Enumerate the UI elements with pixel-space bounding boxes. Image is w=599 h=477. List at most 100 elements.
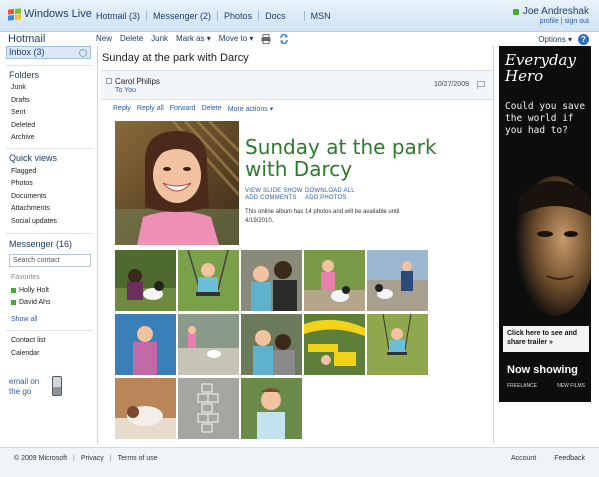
- photo-thumbnail[interactable]: [304, 250, 365, 311]
- message-toolbar: New Delete Junk Mark as ▾ Move to ▾: [96, 33, 289, 45]
- top-nav: Hotmail (3) Messenger (2) Photos Docs MS…: [90, 11, 337, 21]
- photo-thumbnail[interactable]: [241, 314, 302, 375]
- sidebar-item-photos[interactable]: Photos: [11, 180, 33, 187]
- contact-name: David Ahs: [19, 299, 51, 306]
- advertisement-banner[interactable]: Everyday Hero Could you save the world i…: [499, 46, 591, 402]
- quick-views-heading[interactable]: Quick views: [9, 153, 57, 163]
- feedback-link[interactable]: Feedback: [554, 455, 585, 462]
- privacy-link[interactable]: Privacy: [81, 455, 104, 462]
- search-contact-input[interactable]: Search contact: [9, 254, 91, 267]
- photo-thumbnail[interactable]: [178, 250, 239, 311]
- reply-all-link[interactable]: Reply all: [137, 105, 164, 113]
- terms-link[interactable]: Terms of use: [118, 455, 158, 462]
- sidebar-item-archive[interactable]: Archive: [11, 134, 34, 141]
- delete-link[interactable]: Delete: [201, 105, 221, 113]
- photo-thumbnail[interactable]: [178, 378, 239, 439]
- recipient-label: To You: [115, 87, 137, 94]
- contact-david-ahs[interactable]: David Ahs: [11, 299, 51, 306]
- email-on-the-go-link[interactable]: email on the go: [9, 377, 39, 397]
- photo-thumbnail[interactable]: [304, 314, 365, 375]
- view-slideshow-link[interactable]: VIEW SLIDE SHOW: [245, 188, 305, 194]
- new-button[interactable]: New: [96, 34, 112, 44]
- online-status-icon: [11, 288, 16, 293]
- calendar-link[interactable]: Calendar: [11, 350, 39, 357]
- divider: [6, 65, 92, 66]
- more-actions-menu[interactable]: More actions ▾: [228, 105, 274, 113]
- message-date: 10/27/2009: [433, 81, 469, 88]
- ad-trailer-button[interactable]: Click here to see and share trailer »: [503, 326, 589, 352]
- nav-hotmail[interactable]: Hotmail (3): [90, 11, 146, 21]
- contact-list-link[interactable]: Contact list: [11, 337, 46, 344]
- print-icon[interactable]: [261, 34, 271, 44]
- ad-title: Everyday Hero: [505, 52, 576, 84]
- sidebar-item-documents[interactable]: Documents: [11, 193, 46, 200]
- sidebar-item-sent[interactable]: Sent: [11, 109, 25, 116]
- brand-label: Windows Live: [24, 8, 92, 20]
- album-description: This online album has 14 photos and will…: [245, 209, 400, 224]
- sidebar-item-inbox[interactable]: Inbox (3): [6, 46, 91, 59]
- user-name-row[interactable]: Joe Andreshak: [512, 6, 589, 17]
- photo-thumbnail[interactable]: [241, 250, 302, 311]
- show-all-link[interactable]: Show all: [11, 316, 37, 323]
- favorites-label: Favorites: [11, 274, 40, 281]
- photo-thumbnail[interactable]: [241, 378, 302, 439]
- flag-icon[interactable]: [477, 81, 485, 89]
- nav-messenger[interactable]: Messenger (2): [146, 11, 217, 21]
- profile-link[interactable]: profile: [540, 18, 559, 25]
- options-menu[interactable]: Options ▾: [538, 35, 572, 44]
- folders-heading[interactable]: Folders: [9, 70, 39, 80]
- ad-credit-left: FREELANCE: [507, 383, 538, 389]
- sidebar-item-attachments[interactable]: Attachments: [11, 205, 50, 212]
- move-to-menu[interactable]: Move to ▾: [219, 34, 254, 44]
- inbox-label: Inbox (3): [9, 47, 45, 57]
- photo-thumbnail[interactable]: [115, 250, 176, 311]
- message-subject: Sunday at the park with Darcy: [102, 52, 249, 64]
- photo-thumbnail[interactable]: [115, 314, 176, 375]
- options-area: Options ▾ ?: [538, 34, 589, 45]
- photo-thumbnail[interactable]: [367, 314, 428, 375]
- photo-thumbnail[interactable]: [115, 378, 176, 439]
- mark-as-menu[interactable]: Mark as ▾: [176, 34, 211, 44]
- help-icon[interactable]: ?: [578, 34, 589, 45]
- signout-link[interactable]: sign out: [564, 18, 589, 25]
- footer-left: © 2009 Microsoft | Privacy | Terms of us…: [14, 455, 158, 462]
- photo-thumbnail[interactable]: [367, 250, 428, 311]
- copyright-text: © 2009 Microsoft: [14, 455, 68, 462]
- sidebar-item-drafts[interactable]: Drafts: [11, 97, 30, 104]
- album-cover-photo[interactable]: [115, 121, 239, 245]
- mobile-phone-icon[interactable]: [52, 376, 62, 396]
- nav-docs[interactable]: Docs: [258, 11, 292, 21]
- account-link[interactable]: Account: [511, 455, 536, 462]
- junk-button[interactable]: Junk: [151, 34, 168, 44]
- photo-thumbnail[interactable]: [178, 314, 239, 375]
- contact-holly-holt[interactable]: Holly Holt: [11, 287, 49, 294]
- windows-live-logo[interactable]: Windows Live: [8, 7, 92, 21]
- sync-icon[interactable]: [279, 33, 289, 45]
- sidebar-item-social-updates[interactable]: Social updates: [11, 218, 57, 225]
- folder-options-icon[interactable]: [79, 49, 87, 57]
- delete-button[interactable]: Delete: [120, 34, 143, 44]
- forward-link[interactable]: Forward: [170, 105, 196, 113]
- footer: © 2009 Microsoft | Privacy | Terms of us…: [0, 447, 599, 477]
- messenger-heading[interactable]: Messenger (16): [9, 239, 72, 249]
- divider: [6, 233, 92, 234]
- user-block: Joe Andreshak profile | sign out: [512, 6, 589, 25]
- ad-title-line1: Everyday: [505, 51, 576, 69]
- nav-msn[interactable]: MSN: [303, 11, 337, 21]
- sidebar-item-deleted[interactable]: Deleted: [11, 122, 35, 129]
- sidebar-item-flagged[interactable]: Flagged: [11, 168, 36, 175]
- collapse-icon[interactable]: [106, 78, 112, 84]
- reply-link[interactable]: Reply: [113, 105, 131, 113]
- ad-now-showing: Now showing: [507, 364, 578, 376]
- nav-photos[interactable]: Photos: [217, 11, 258, 21]
- sender-name[interactable]: Carol Philips: [115, 77, 160, 86]
- download-all-link[interactable]: DOWNLOAD ALL: [305, 188, 365, 194]
- presence-status-icon[interactable]: [512, 8, 519, 15]
- add-photos-link[interactable]: ADD PHOTOS: [305, 195, 365, 201]
- album-links: VIEW SLIDE SHOW DOWNLOAD ALL ADD COMMENT…: [245, 188, 365, 201]
- add-comments-link[interactable]: ADD COMMENTS: [245, 195, 305, 201]
- app-title[interactable]: Hotmail: [8, 33, 45, 45]
- user-name[interactable]: Joe Andreshak: [523, 6, 589, 17]
- footer-right: Account Feedback: [511, 455, 585, 462]
- sidebar-item-junk[interactable]: Junk: [11, 84, 26, 91]
